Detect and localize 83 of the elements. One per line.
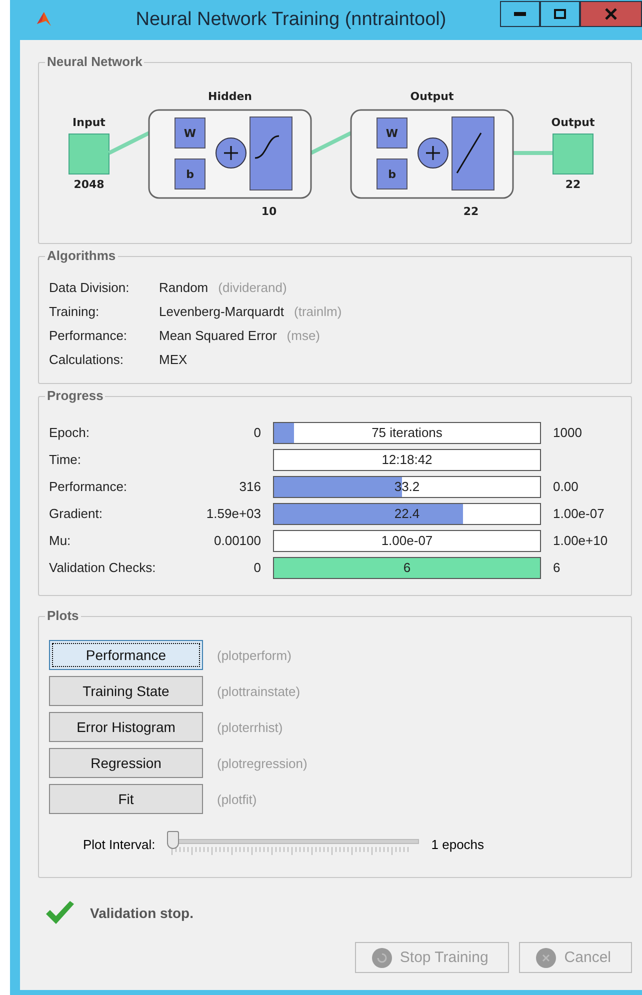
end-value: 6 [553,560,562,575]
start-value: 316 [238,479,261,494]
field-label: Performance: [49,328,128,342]
start-value: 0.00100 [213,533,261,548]
transfer-function-icon [250,116,292,190]
progress-reading: 6 [402,560,412,574]
field-label: Epoch: [49,425,90,440]
weight-label: W [386,127,398,140]
slider-thumb[interactable] [167,831,180,849]
field-value: Mean Squared Error [159,328,277,342]
function-hint: (plottrainstate) [217,684,300,698]
transfer-function-icon [452,116,494,190]
maximize-button[interactable] [540,1,580,27]
function-hint: (ploterrhist) [217,720,283,734]
weight-block [376,118,408,148]
function-hint: (dividerand) [218,280,287,294]
field-label: Data Division: [49,280,130,294]
panel-title: Progress [45,388,106,403]
slider-reading: 1 epochs [431,836,484,852]
field-label: Validation Checks: [49,560,157,575]
sum-icon [216,138,246,168]
bias-label: b [388,168,396,181]
end-value: 1000 [553,425,583,440]
progress-reading: 75 iterations [370,424,444,440]
layer-size: 22 [463,205,479,218]
minimize-button[interactable] [500,1,540,27]
plot-interval-slider[interactable] [167,831,420,857]
panel-title: Algorithms [45,248,118,263]
start-value: 1.59e+03 [205,506,261,521]
end-value: 1.00e-07 [553,506,606,521]
output-block [552,134,594,174]
minimize-icon [514,12,526,16]
function-hint: (plotregression) [217,756,308,770]
slider-label: Plot Interval: [83,836,156,852]
bias-block [376,158,408,190]
input-block [68,134,110,174]
status-message: Validation stop. [90,905,194,921]
function-hint: (trainlm) [294,304,342,318]
plot-button[interactable]: Error Histogram [49,712,203,742]
field-value: Random [159,280,208,294]
panel-title: Plots [45,608,81,623]
start-value: 0 [252,425,261,440]
weight-block [174,118,206,148]
plot-button[interactable]: Training State [49,676,203,706]
bias-label: b [186,168,194,181]
field-value: MEX [159,352,188,366]
start-value: 0 [252,560,261,575]
layer-title: Hidden [208,90,252,103]
field-label: Performance: [49,479,128,494]
maximize-icon [554,9,566,19]
function-hint: (plotfit) [217,792,257,806]
weight-label: W [184,127,196,140]
close-icon [605,8,617,20]
progress-reading: 1.00e-07 [380,532,434,548]
progress-reading: 12:18:42 [380,452,434,466]
plot-button[interactable]: Fit [49,784,203,814]
stop-icon [372,948,392,968]
output-label: Output [551,116,595,129]
field-label: Time: [49,452,82,467]
end-value: 0.00 [553,479,580,494]
checkmark-icon [44,900,76,926]
close-button[interactable] [580,1,642,27]
output-size: 22 [565,178,581,191]
plot-button[interactable]: Performance [49,640,203,670]
cancel-icon [536,948,556,968]
function-hint: (plotperform) [217,648,292,662]
end-value: 1.00e+10 [553,533,609,548]
function-hint: (mse) [286,328,320,342]
window-title: Neural Network Training (nntraintool) [134,9,448,31]
bias-block [174,158,206,190]
field-label: Training: [49,304,100,318]
layer-title: Output [410,90,454,103]
field-label: Gradient: [49,506,104,521]
field-value: Levenberg-Marquardt [159,304,284,318]
progress-reading: 22.4 [393,506,421,520]
panel-title: Neural Network [45,54,144,69]
input-label: Input [72,116,106,129]
field-label: Calculations: [49,352,124,366]
plot-button[interactable]: Regression [49,748,203,778]
layer-size: 10 [261,205,277,218]
sum-icon [418,138,448,168]
field-label: Mu: [49,533,72,548]
input-size: 2048 [74,178,104,191]
